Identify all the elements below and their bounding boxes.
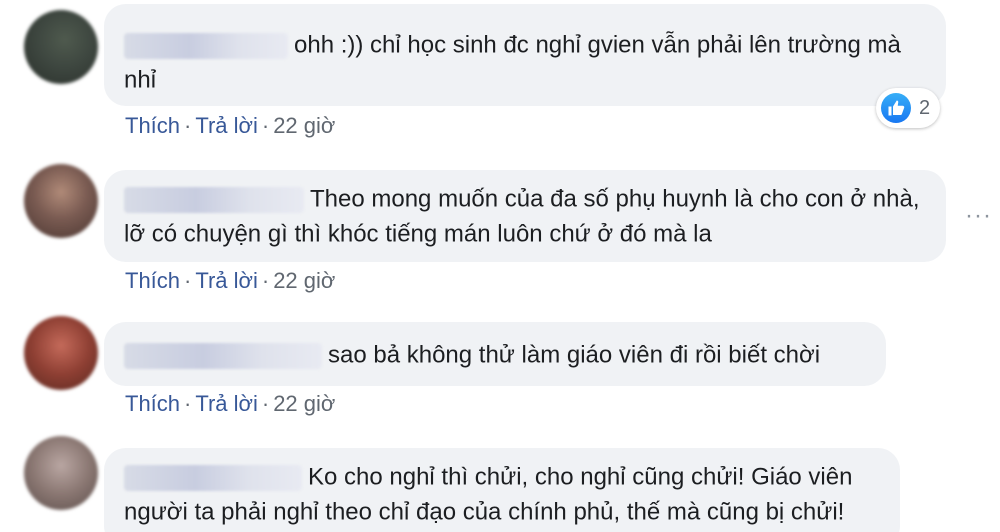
reply-link[interactable]: Trả lời bbox=[195, 113, 258, 138]
separator: · bbox=[261, 391, 270, 416]
avatar[interactable] bbox=[24, 10, 98, 84]
comment-text: sao bả không thử làm giáo viên đi rồi bi… bbox=[328, 341, 821, 369]
separator: · bbox=[184, 268, 192, 293]
separator: · bbox=[261, 113, 270, 138]
comment-bubble: ohh :)) chỉ học sinh đc nghỉ gvien vẫn p… bbox=[104, 4, 946, 106]
blurred-author-name[interactable] bbox=[124, 342, 322, 369]
reply-link[interactable]: Trả lời bbox=[195, 268, 258, 293]
reaction-summary[interactable]: 2 bbox=[876, 88, 940, 128]
comment-thread: ohh :)) chỉ học sinh đc nghỉ gvien vẫn p… bbox=[0, 0, 1000, 532]
avatar[interactable] bbox=[24, 164, 98, 238]
comment-bubble: Ko cho nghỉ thì chửi, cho nghỉ cũng chửi… bbox=[104, 448, 900, 532]
separator: · bbox=[261, 268, 270, 293]
separator: · bbox=[184, 113, 192, 138]
comment-actions: Thích · Trả lời · 22 giờ bbox=[125, 112, 335, 140]
timestamp[interactable]: 22 giờ bbox=[273, 268, 335, 293]
comment-actions: Thích · Trả lời · 22 giờ bbox=[125, 267, 335, 295]
reply-link[interactable]: Trả lời bbox=[195, 391, 258, 416]
avatar[interactable] bbox=[24, 436, 98, 510]
blurred-author-name[interactable] bbox=[124, 186, 304, 213]
comment-actions: Thích · Trả lời · 22 giờ bbox=[125, 390, 335, 418]
blurred-author-name[interactable] bbox=[124, 32, 288, 59]
like-link[interactable]: Thích bbox=[125, 113, 180, 138]
reaction-count: 2 bbox=[919, 96, 931, 119]
blurred-author-name[interactable] bbox=[124, 464, 302, 491]
separator: · bbox=[184, 391, 192, 416]
more-horizontal-icon[interactable]: ··· bbox=[965, 204, 992, 228]
like-icon bbox=[881, 93, 911, 123]
avatar[interactable] bbox=[24, 316, 98, 390]
comment-bubble: sao bả không thử làm giáo viên đi rồi bi… bbox=[104, 322, 886, 386]
like-link[interactable]: Thích bbox=[125, 268, 180, 293]
comment-bubble: Theo mong muốn của đa số phụ huynh là ch… bbox=[104, 170, 946, 262]
timestamp[interactable]: 22 giờ bbox=[273, 113, 335, 138]
like-link[interactable]: Thích bbox=[125, 391, 180, 416]
timestamp[interactable]: 22 giờ bbox=[273, 391, 335, 416]
